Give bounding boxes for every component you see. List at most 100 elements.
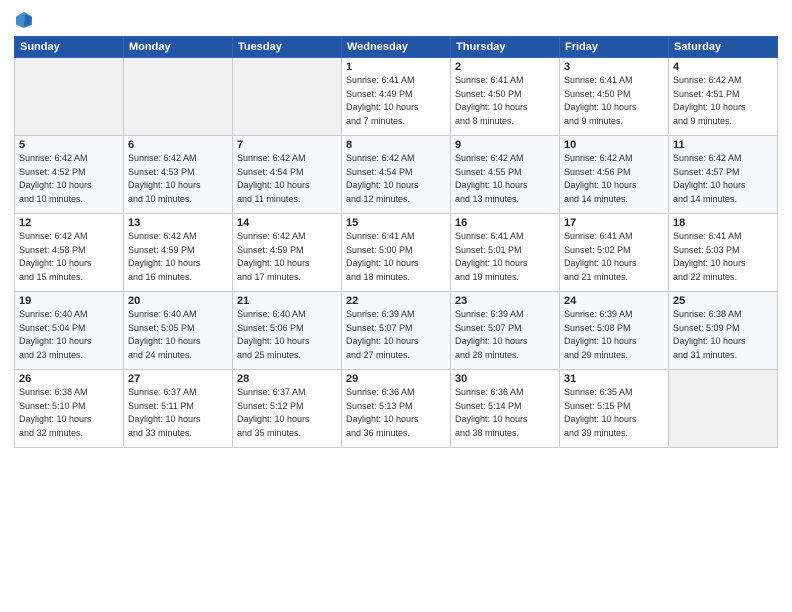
day-number: 23 — [455, 295, 555, 307]
calendar-cell: 22Sunrise: 6:39 AM Sunset: 5:07 PM Dayli… — [342, 292, 451, 370]
calendar-cell: 20Sunrise: 6:40 AM Sunset: 5:05 PM Dayli… — [124, 292, 233, 370]
weekday-header-tuesday: Tuesday — [233, 37, 342, 58]
day-number: 7 — [237, 139, 337, 151]
day-number: 15 — [346, 217, 446, 229]
day-number: 14 — [237, 217, 337, 229]
calendar-cell: 5Sunrise: 6:42 AM Sunset: 4:52 PM Daylig… — [15, 136, 124, 214]
calendar-cell — [124, 58, 233, 136]
header — [14, 10, 778, 30]
day-info: Sunrise: 6:42 AM Sunset: 4:54 PM Dayligh… — [237, 152, 337, 206]
day-info: Sunrise: 6:42 AM Sunset: 4:57 PM Dayligh… — [673, 152, 773, 206]
day-number: 21 — [237, 295, 337, 307]
week-row-1: 1Sunrise: 6:41 AM Sunset: 4:49 PM Daylig… — [15, 58, 778, 136]
calendar-cell: 15Sunrise: 6:41 AM Sunset: 5:00 PM Dayli… — [342, 214, 451, 292]
day-number: 3 — [564, 61, 664, 73]
calendar-cell: 18Sunrise: 6:41 AM Sunset: 5:03 PM Dayli… — [669, 214, 778, 292]
logo-icon — [14, 10, 34, 30]
day-number: 26 — [19, 373, 119, 385]
day-info: Sunrise: 6:42 AM Sunset: 4:53 PM Dayligh… — [128, 152, 228, 206]
calendar-cell: 17Sunrise: 6:41 AM Sunset: 5:02 PM Dayli… — [560, 214, 669, 292]
calendar-cell: 6Sunrise: 6:42 AM Sunset: 4:53 PM Daylig… — [124, 136, 233, 214]
calendar-cell: 16Sunrise: 6:41 AM Sunset: 5:01 PM Dayli… — [451, 214, 560, 292]
day-number: 1 — [346, 61, 446, 73]
day-info: Sunrise: 6:41 AM Sunset: 4:50 PM Dayligh… — [564, 74, 664, 128]
weekday-header-wednesday: Wednesday — [342, 37, 451, 58]
day-info: Sunrise: 6:41 AM Sunset: 5:01 PM Dayligh… — [455, 230, 555, 284]
week-row-2: 5Sunrise: 6:42 AM Sunset: 4:52 PM Daylig… — [15, 136, 778, 214]
week-row-4: 19Sunrise: 6:40 AM Sunset: 5:04 PM Dayli… — [15, 292, 778, 370]
day-number: 20 — [128, 295, 228, 307]
day-number: 4 — [673, 61, 773, 73]
day-info: Sunrise: 6:39 AM Sunset: 5:08 PM Dayligh… — [564, 308, 664, 362]
day-info: Sunrise: 6:40 AM Sunset: 5:04 PM Dayligh… — [19, 308, 119, 362]
day-info: Sunrise: 6:42 AM Sunset: 4:51 PM Dayligh… — [673, 74, 773, 128]
day-info: Sunrise: 6:42 AM Sunset: 4:55 PM Dayligh… — [455, 152, 555, 206]
calendar-cell: 2Sunrise: 6:41 AM Sunset: 4:50 PM Daylig… — [451, 58, 560, 136]
day-number: 6 — [128, 139, 228, 151]
day-info: Sunrise: 6:42 AM Sunset: 4:58 PM Dayligh… — [19, 230, 119, 284]
day-number: 24 — [564, 295, 664, 307]
day-number: 13 — [128, 217, 228, 229]
day-info: Sunrise: 6:39 AM Sunset: 5:07 PM Dayligh… — [346, 308, 446, 362]
day-info: Sunrise: 6:42 AM Sunset: 4:52 PM Dayligh… — [19, 152, 119, 206]
day-number: 16 — [455, 217, 555, 229]
calendar-cell: 8Sunrise: 6:42 AM Sunset: 4:54 PM Daylig… — [342, 136, 451, 214]
calendar-cell: 21Sunrise: 6:40 AM Sunset: 5:06 PM Dayli… — [233, 292, 342, 370]
day-number: 31 — [564, 373, 664, 385]
calendar-cell — [233, 58, 342, 136]
day-info: Sunrise: 6:40 AM Sunset: 5:05 PM Dayligh… — [128, 308, 228, 362]
calendar-cell: 3Sunrise: 6:41 AM Sunset: 4:50 PM Daylig… — [560, 58, 669, 136]
day-number: 18 — [673, 217, 773, 229]
calendar-cell: 28Sunrise: 6:37 AM Sunset: 5:12 PM Dayli… — [233, 370, 342, 448]
calendar-cell: 25Sunrise: 6:38 AM Sunset: 5:09 PM Dayli… — [669, 292, 778, 370]
day-info: Sunrise: 6:42 AM Sunset: 4:54 PM Dayligh… — [346, 152, 446, 206]
calendar-cell: 12Sunrise: 6:42 AM Sunset: 4:58 PM Dayli… — [15, 214, 124, 292]
day-info: Sunrise: 6:38 AM Sunset: 5:10 PM Dayligh… — [19, 386, 119, 440]
day-number: 29 — [346, 373, 446, 385]
day-info: Sunrise: 6:41 AM Sunset: 5:03 PM Dayligh… — [673, 230, 773, 284]
calendar: SundayMondayTuesdayWednesdayThursdayFrid… — [14, 36, 778, 448]
day-info: Sunrise: 6:39 AM Sunset: 5:07 PM Dayligh… — [455, 308, 555, 362]
calendar-cell: 27Sunrise: 6:37 AM Sunset: 5:11 PM Dayli… — [124, 370, 233, 448]
calendar-cell: 13Sunrise: 6:42 AM Sunset: 4:59 PM Dayli… — [124, 214, 233, 292]
day-info: Sunrise: 6:42 AM Sunset: 4:59 PM Dayligh… — [128, 230, 228, 284]
day-info: Sunrise: 6:42 AM Sunset: 4:59 PM Dayligh… — [237, 230, 337, 284]
day-info: Sunrise: 6:37 AM Sunset: 5:11 PM Dayligh… — [128, 386, 228, 440]
day-number: 25 — [673, 295, 773, 307]
calendar-cell: 4Sunrise: 6:42 AM Sunset: 4:51 PM Daylig… — [669, 58, 778, 136]
calendar-cell: 14Sunrise: 6:42 AM Sunset: 4:59 PM Dayli… — [233, 214, 342, 292]
day-number: 12 — [19, 217, 119, 229]
day-number: 17 — [564, 217, 664, 229]
weekday-header-friday: Friday — [560, 37, 669, 58]
weekday-header-thursday: Thursday — [451, 37, 560, 58]
day-info: Sunrise: 6:36 AM Sunset: 5:14 PM Dayligh… — [455, 386, 555, 440]
day-number: 28 — [237, 373, 337, 385]
calendar-cell: 26Sunrise: 6:38 AM Sunset: 5:10 PM Dayli… — [15, 370, 124, 448]
calendar-cell: 30Sunrise: 6:36 AM Sunset: 5:14 PM Dayli… — [451, 370, 560, 448]
logo — [14, 10, 36, 30]
calendar-cell: 1Sunrise: 6:41 AM Sunset: 4:49 PM Daylig… — [342, 58, 451, 136]
day-number: 19 — [19, 295, 119, 307]
day-info: Sunrise: 6:41 AM Sunset: 5:00 PM Dayligh… — [346, 230, 446, 284]
calendar-cell: 31Sunrise: 6:35 AM Sunset: 5:15 PM Dayli… — [560, 370, 669, 448]
day-number: 10 — [564, 139, 664, 151]
calendar-cell — [669, 370, 778, 448]
calendar-cell: 11Sunrise: 6:42 AM Sunset: 4:57 PM Dayli… — [669, 136, 778, 214]
calendar-cell: 7Sunrise: 6:42 AM Sunset: 4:54 PM Daylig… — [233, 136, 342, 214]
day-number: 5 — [19, 139, 119, 151]
day-info: Sunrise: 6:42 AM Sunset: 4:56 PM Dayligh… — [564, 152, 664, 206]
day-number: 30 — [455, 373, 555, 385]
calendar-cell: 29Sunrise: 6:36 AM Sunset: 5:13 PM Dayli… — [342, 370, 451, 448]
day-info: Sunrise: 6:41 AM Sunset: 5:02 PM Dayligh… — [564, 230, 664, 284]
day-info: Sunrise: 6:40 AM Sunset: 5:06 PM Dayligh… — [237, 308, 337, 362]
weekday-header-monday: Monday — [124, 37, 233, 58]
day-info: Sunrise: 6:37 AM Sunset: 5:12 PM Dayligh… — [237, 386, 337, 440]
weekday-header-saturday: Saturday — [669, 37, 778, 58]
weekday-header-row: SundayMondayTuesdayWednesdayThursdayFrid… — [15, 37, 778, 58]
day-info: Sunrise: 6:41 AM Sunset: 4:49 PM Dayligh… — [346, 74, 446, 128]
day-info: Sunrise: 6:41 AM Sunset: 4:50 PM Dayligh… — [455, 74, 555, 128]
day-number: 2 — [455, 61, 555, 73]
day-info: Sunrise: 6:38 AM Sunset: 5:09 PM Dayligh… — [673, 308, 773, 362]
calendar-cell: 19Sunrise: 6:40 AM Sunset: 5:04 PM Dayli… — [15, 292, 124, 370]
day-info: Sunrise: 6:36 AM Sunset: 5:13 PM Dayligh… — [346, 386, 446, 440]
